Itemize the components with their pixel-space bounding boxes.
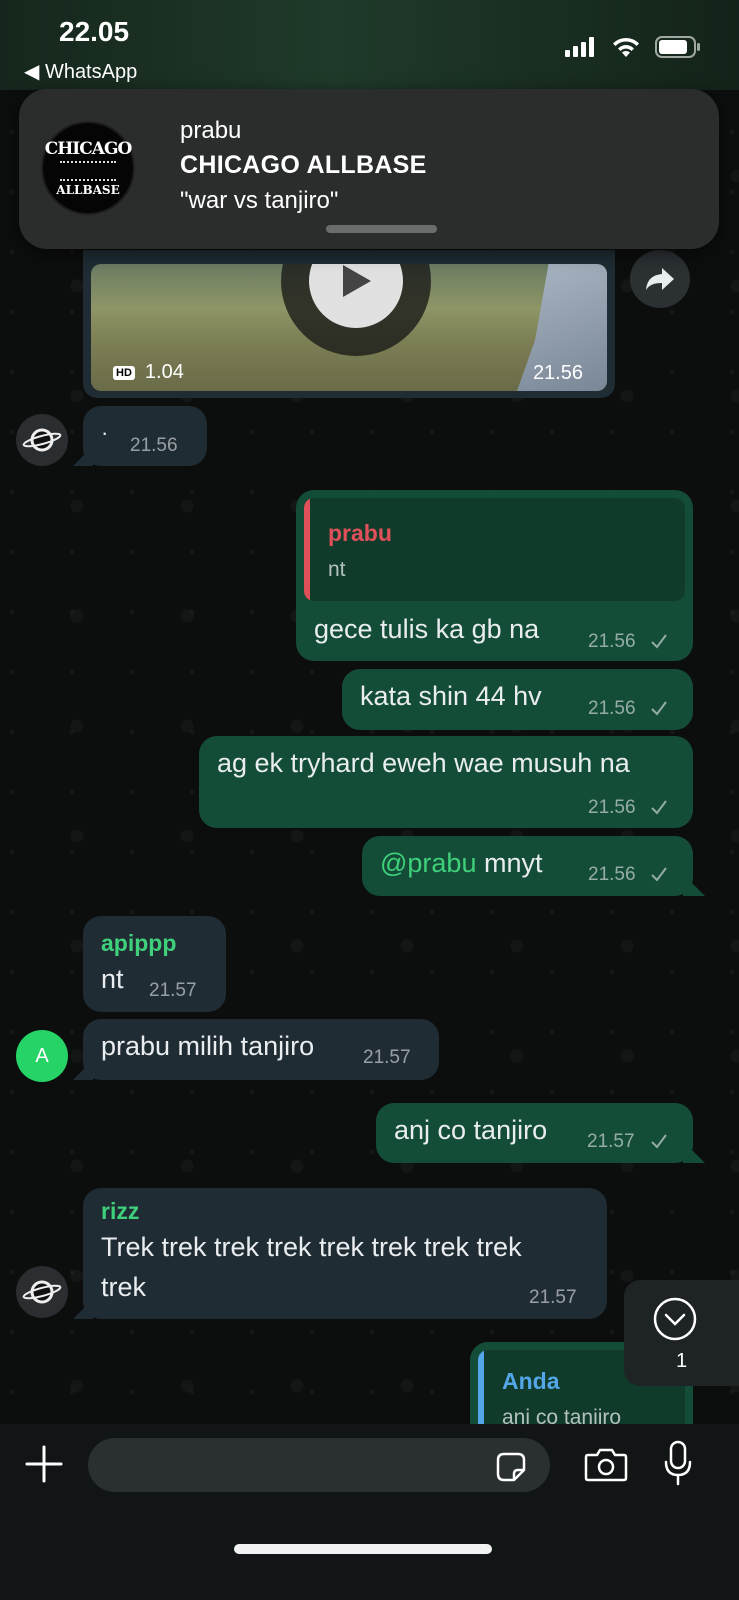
mention-link[interactable]: @prabu xyxy=(380,848,476,878)
blackhole-avatar-icon xyxy=(22,428,62,452)
message-time: 21.56 xyxy=(588,864,636,885)
incoming-message[interactable]: · 21.56 xyxy=(83,406,207,466)
incoming-message[interactable]: apippp nt 21.57 xyxy=(83,916,226,1012)
message-text: Trek trek trek trek trek trek trek trek xyxy=(101,1232,522,1262)
unread-count: 1 xyxy=(675,1350,688,1372)
message-time: 21.56 xyxy=(588,631,636,652)
sticker-icon[interactable] xyxy=(494,1450,528,1484)
quote-sender: prabu xyxy=(328,520,392,546)
video-message[interactable]: HD 1.04 21.56 xyxy=(83,250,615,398)
blackhole-avatar-icon xyxy=(22,1280,62,1304)
message-text: · xyxy=(101,420,109,445)
message-time: 21.56 xyxy=(130,435,178,456)
back-to-app-link[interactable]: ◀ WhatsApp xyxy=(24,59,137,84)
outgoing-message[interactable]: kata shin 44 hv 21.56 xyxy=(342,669,693,730)
incoming-message[interactable]: prabu milih tanjiro 21.57 xyxy=(83,1019,439,1080)
check-icon xyxy=(651,867,667,882)
play-icon xyxy=(343,265,371,297)
message-text: gece tulis ka gb na xyxy=(314,614,540,644)
message-text: kata shin 44 hv xyxy=(360,681,542,711)
notification-banner[interactable]: CHICAGO ALLBASE prabu CHICAGO ALLBASE "w… xyxy=(19,89,719,249)
message-text: anj co tanjiro xyxy=(394,1115,548,1145)
message-time: 21.57 xyxy=(529,1287,577,1308)
quote-sender: Anda xyxy=(502,1368,560,1394)
hd-badge: HD xyxy=(113,365,135,380)
status-icons xyxy=(565,36,701,58)
notification-sender: prabu xyxy=(180,117,242,144)
quote-text: nt xyxy=(328,558,346,581)
battery-icon xyxy=(655,36,700,58)
message-sender[interactable]: rizz xyxy=(101,1198,139,1225)
status-bar: 22.05 ◀ WhatsApp xyxy=(0,0,739,90)
notification-handle[interactable] xyxy=(326,225,437,233)
avatar[interactable] xyxy=(16,1266,68,1318)
home-indicator[interactable] xyxy=(234,1544,492,1554)
video-timestamp: 21.56 xyxy=(532,362,583,384)
logo-text-top: CHICAGO xyxy=(44,139,133,159)
check-icon xyxy=(651,1134,667,1149)
plus-icon[interactable] xyxy=(24,1444,64,1484)
chevron-down-icon xyxy=(653,1297,697,1341)
forward-icon xyxy=(646,268,674,290)
video-duration-text: 1.04 xyxy=(144,361,184,383)
check-icon xyxy=(651,634,667,649)
message-sender[interactable]: apippp xyxy=(101,930,176,957)
message-text: nt xyxy=(101,964,124,994)
message-text: prabu milih tanjiro xyxy=(101,1031,315,1061)
check-icon xyxy=(651,800,667,815)
wifi-icon xyxy=(613,37,639,57)
notification-message: "war vs tanjiro" xyxy=(180,187,339,214)
composer-bar xyxy=(0,1424,739,1600)
outgoing-message[interactable]: @prabu mnyt 21.56 xyxy=(362,836,693,896)
forward-button[interactable] xyxy=(630,250,690,308)
video-duration: HD 1.04 xyxy=(113,361,184,384)
notification-group: CHICAGO ALLBASE xyxy=(180,151,427,179)
avatar-letter: A xyxy=(35,1044,49,1067)
camera-icon[interactable] xyxy=(584,1446,628,1482)
message-text: @prabu mnyt xyxy=(380,848,542,879)
signal-icon xyxy=(565,37,594,57)
message-time: 21.56 xyxy=(588,797,636,818)
avatar[interactable]: A xyxy=(16,1030,68,1082)
status-time: 22.05 xyxy=(59,16,130,47)
message-time: 21.56 xyxy=(588,698,636,719)
quote-bar xyxy=(304,498,310,601)
message-text-rest: mnyt xyxy=(476,848,543,878)
mic-icon[interactable] xyxy=(664,1440,692,1486)
scroll-to-bottom-button[interactable]: 1 xyxy=(624,1280,739,1386)
outgoing-message[interactable]: ag ek tryhard eweh wae musuh na 21.56 xyxy=(199,736,693,828)
outgoing-message[interactable]: anj co tanjiro 21.57 xyxy=(376,1103,693,1163)
quoted-message[interactable]: prabu nt xyxy=(304,498,685,601)
message-text-line2: trek xyxy=(101,1272,147,1302)
chat-screen: 22.05 ◀ WhatsApp HD 1.04 21.56 · 21.56 p… xyxy=(0,0,739,1600)
message-input[interactable] xyxy=(88,1438,550,1492)
message-text: ag ek tryhard eweh wae musuh na xyxy=(217,748,630,778)
check-icon xyxy=(651,701,667,716)
group-avatar: CHICAGO ALLBASE xyxy=(41,121,135,215)
logo-text-bottom: ALLBASE xyxy=(56,183,120,197)
video-thumbnail[interactable]: HD 1.04 21.56 xyxy=(91,264,607,391)
message-time: 21.57 xyxy=(363,1047,411,1068)
logo-figures xyxy=(60,161,116,181)
avatar[interactable] xyxy=(16,414,68,466)
incoming-message[interactable]: rizz Trek trek trek trek trek trek trek … xyxy=(83,1188,607,1319)
message-time: 21.57 xyxy=(587,1131,635,1152)
outgoing-message[interactable]: prabu nt gece tulis ka gb na 21.56 xyxy=(296,490,693,661)
message-time: 21.57 xyxy=(149,980,197,1001)
